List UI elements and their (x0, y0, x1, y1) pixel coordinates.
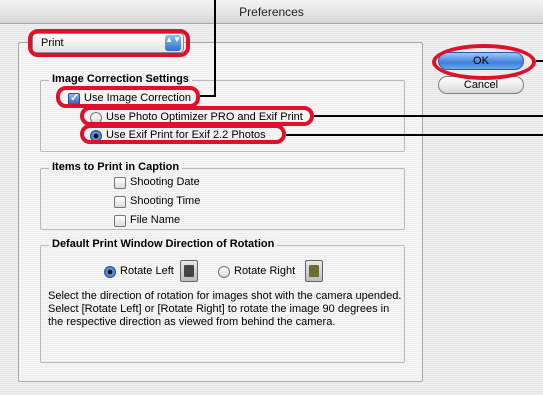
caption-items-group: Items to Print in Caption (40, 161, 405, 230)
shooting-time-label: Shooting Time (130, 195, 201, 207)
rotation-description-line2: Select [Rotate Left] or [Rotate Right] t… (48, 303, 390, 328)
use-image-correction-label: Use Image Correction (84, 92, 191, 104)
image-correction-title: Image Correction Settings (49, 73, 192, 85)
callout-line (536, 60, 543, 62)
category-popup[interactable]: Print ▲▼ (32, 33, 184, 53)
category-popup-value: Print (41, 37, 64, 49)
window-title: Preferences (239, 5, 304, 19)
rotate-left-label: Rotate Left (120, 265, 174, 277)
title-bar[interactable]: Preferences (0, 0, 543, 24)
rotation-title: Default Print Window Direction of Rotati… (49, 238, 278, 250)
rotate-right-radio[interactable] (218, 266, 230, 278)
rotation-description-line1: Select the direction of rotation for ima… (48, 290, 402, 302)
rotate-left-radio[interactable] (104, 266, 116, 278)
callout-line (200, 95, 216, 97)
file-name-label: File Name (130, 214, 181, 226)
shooting-time-checkbox[interactable] (114, 196, 126, 208)
rotate-left-camera-icon (180, 260, 198, 282)
use-image-correction-checkbox[interactable] (68, 91, 80, 105)
exif-print-label: Use Exif Print for Exif 2.2 Photos (106, 129, 266, 141)
exif-print-radio[interactable] (90, 130, 102, 142)
up-down-arrows-icon: ▲▼ (165, 35, 181, 51)
photo-optimizer-label: Use Photo Optimizer PRO and Exif Print (106, 111, 303, 123)
rotate-right-label: Rotate Right (234, 265, 296, 277)
preferences-window: Preferences Print ▲▼ Image Correction Se… (0, 0, 543, 395)
callout-line (214, 0, 216, 96)
shooting-date-checkbox[interactable] (114, 177, 126, 189)
rotate-right-camera-icon (305, 260, 323, 282)
rotation-description: Select the direction of rotation for ima… (48, 290, 403, 329)
callout-line (314, 115, 543, 117)
file-name-checkbox[interactable] (114, 215, 126, 227)
caption-items-title: Items to Print in Caption (49, 161, 183, 173)
callout-line (286, 134, 543, 136)
cancel-button[interactable]: Cancel (438, 76, 524, 94)
shooting-date-label: Shooting Date (130, 176, 200, 188)
photo-optimizer-radio[interactable] (90, 112, 102, 124)
ok-button[interactable]: OK (438, 52, 524, 70)
